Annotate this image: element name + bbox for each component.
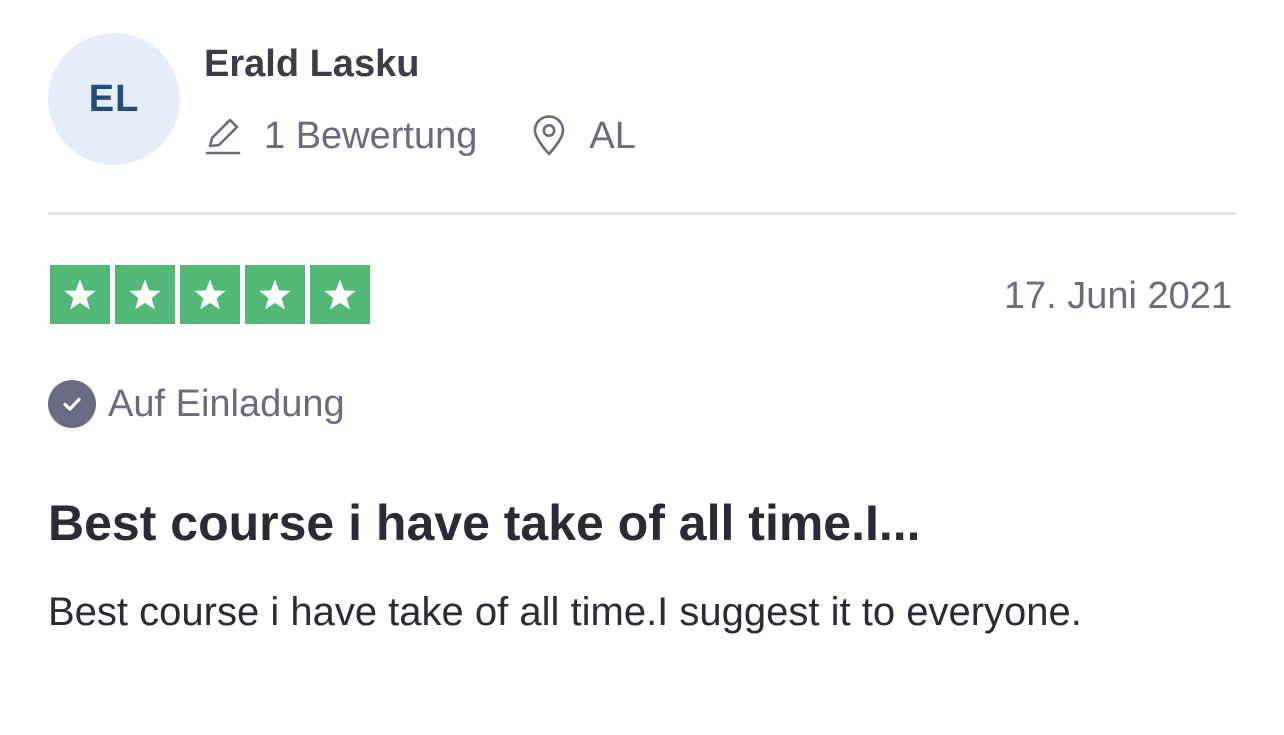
check-circle-icon — [48, 380, 96, 428]
divider — [48, 212, 1236, 215]
avatar-initials: EL — [88, 77, 140, 120]
reviewer-location: AL — [531, 112, 636, 160]
star-5 — [310, 265, 370, 324]
review-count-label: 1 Bewertung — [264, 115, 478, 157]
star-2 — [115, 265, 175, 324]
location-pin-icon — [531, 115, 567, 157]
pencil-icon — [204, 116, 242, 156]
review-count: 1 Bewertung — [204, 112, 477, 160]
star-icon — [259, 278, 291, 309]
star-icon — [194, 278, 226, 309]
star-1 — [50, 265, 110, 324]
review-title[interactable]: Best course i have take of all time.I... — [48, 493, 921, 553]
review-card: EL Erald Lasku 1 Bewertung AL 17. Juni 2… — [0, 0, 1284, 735]
star-4 — [245, 265, 305, 324]
avatar[interactable]: EL — [48, 33, 180, 165]
location-label: AL — [589, 115, 636, 157]
review-date: 17. Juni 2021 — [1003, 275, 1232, 317]
star-rating — [50, 265, 370, 324]
reviewer-meta: 1 Bewertung AL — [204, 108, 636, 164]
star-3 — [180, 265, 240, 324]
invited-badge[interactable]: Auf Einladung — [48, 380, 345, 428]
star-icon — [64, 278, 96, 309]
star-icon — [129, 278, 161, 309]
review-body: Best course i have take of all time.I su… — [48, 590, 1082, 634]
reviewer-name[interactable]: Erald Lasku — [204, 40, 419, 88]
star-icon — [324, 278, 356, 309]
invited-label: Auf Einladung — [108, 383, 345, 425]
